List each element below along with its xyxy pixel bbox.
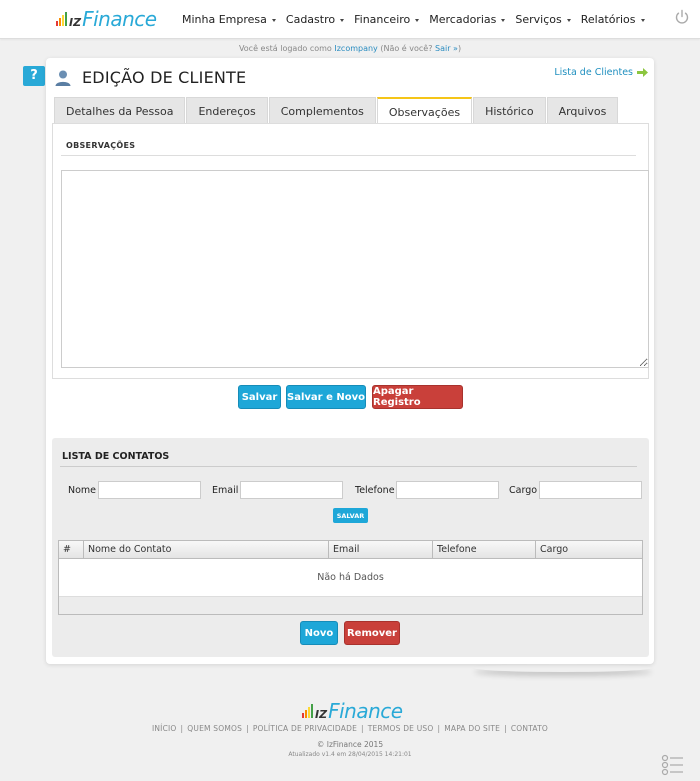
menu-cadastro[interactable]: Cadastro — [285, 13, 345, 26]
tab-historico[interactable]: Histórico — [473, 97, 546, 124]
menu-label: Financeiro — [354, 13, 411, 26]
observacoes-section-label: OBSERVAÇÕES — [66, 141, 136, 150]
contact-role-label: Cargo — [509, 485, 538, 496]
menu-label: Minha Empresa — [182, 13, 267, 26]
observacoes-panel: OBSERVAÇÕES — [52, 123, 649, 379]
tab-observacoes[interactable]: Observações — [376, 97, 473, 125]
contact-email-label: Email — [212, 485, 239, 496]
remove-contact-button[interactable]: Remover — [344, 621, 400, 645]
menu-relatorios[interactable]: Relatórios — [581, 13, 645, 26]
footer-links: INÍCIO | QUEM SOMOS | POLÍTICA DE PRIVACIDAD… — [0, 724, 700, 733]
help-button[interactable]: ? — [23, 66, 45, 86]
caret-down-icon — [415, 18, 420, 22]
contacts-section: LISTA DE CONTATOS Nome Email Telefone Ca… — [52, 438, 649, 657]
footer-link-termos[interactable]: TERMOS DE USO — [368, 724, 434, 733]
tab-arquivos[interactable]: Arquivos — [546, 97, 619, 124]
save-and-new-button[interactable]: Salvar e Novo — [286, 385, 366, 409]
col-role-header[interactable]: Cargo — [536, 541, 642, 558]
divider — [60, 466, 637, 467]
caret-down-icon — [271, 18, 276, 22]
client-list-link[interactable]: Lista de Clientes — [554, 67, 648, 78]
session-user-link[interactable]: Izcompany — [334, 44, 377, 53]
session-info: Você está logado como Izcompany (Não é v… — [0, 44, 700, 53]
version-updated: Atualizado v1.4 em 28/04/2015 14:21:01 — [288, 751, 412, 758]
empty-table-message: Não há Dados — [317, 572, 384, 583]
col-index-header[interactable]: # — [59, 541, 84, 558]
divider — [61, 155, 636, 156]
tab-complementos[interactable]: Complementos — [268, 97, 376, 124]
session-prefix: Você está logado como — [238, 44, 332, 53]
col-phone-header[interactable]: Telefone — [433, 541, 536, 558]
arrow-right-icon — [637, 68, 648, 77]
caret-down-icon — [640, 18, 645, 22]
menu-financeiro[interactable]: Financeiro — [354, 13, 420, 26]
table-header: # Nome do Contato Email Telefone Cargo — [59, 541, 642, 559]
menu-minha-empresa[interactable]: Minha Empresa — [182, 13, 276, 26]
footer-link-contato[interactable]: CONTATO — [511, 724, 548, 733]
contact-email-input[interactable] — [240, 481, 343, 499]
logo-bars-icon — [56, 12, 67, 26]
session-suffix: ) — [457, 44, 462, 53]
logo-prefix: IZ — [315, 708, 328, 721]
table-footer — [59, 596, 642, 614]
tab-bar: Detalhes da Pessoa Endereços Complemento… — [54, 97, 619, 125]
new-contact-button[interactable]: Novo — [300, 621, 338, 645]
footer-logo[interactable]: IZ Finance — [302, 699, 403, 723]
footer-link-privacidade[interactable]: POLÍTICA DE PRIVACIDADE — [253, 724, 357, 733]
menu-label: Mercadorias — [429, 13, 497, 26]
top-navbar: IZ Finance Minha Empresa Cadastro Financ… — [0, 0, 700, 39]
footer-separator: | — [504, 724, 507, 733]
power-icon[interactable] — [674, 9, 690, 25]
copyright: © IzFinance 2015 — [316, 740, 384, 749]
footer-link-quem-somos[interactable]: QUEM SOMOS — [187, 724, 242, 733]
session-not-you: (Não é você? — [380, 44, 433, 53]
col-name-header[interactable]: Nome do Contato — [84, 541, 329, 558]
client-edit-card: EDIÇÃO DE CLIENTE Lista de Clientes Deta… — [46, 58, 654, 664]
footer-separator: | — [437, 724, 441, 733]
tab-detalhes-pessoa[interactable]: Detalhes da Pessoa — [54, 97, 186, 124]
footer-link-mapa[interactable]: MAPA DO SITE — [444, 724, 500, 733]
contact-phone-input[interactable] — [396, 481, 499, 499]
col-email-header[interactable]: Email — [329, 541, 433, 558]
user-icon — [55, 70, 71, 86]
logo-bars-icon — [302, 704, 313, 718]
page-header: EDIÇÃO DE CLIENTE — [54, 68, 246, 87]
contact-role-input[interactable] — [539, 481, 642, 499]
menu-servicos[interactable]: Serviços — [515, 13, 571, 26]
client-list-label: Lista de Clientes — [554, 67, 633, 78]
observacoes-textarea[interactable] — [61, 170, 649, 368]
caret-down-icon — [566, 18, 571, 22]
menu-label: Serviços — [515, 13, 562, 26]
page-title: EDIÇÃO DE CLIENTE — [82, 68, 247, 87]
save-contact-button[interactable]: SALVAR — [333, 508, 368, 523]
logout-link[interactable]: Sair » — [435, 44, 458, 53]
logo-prefix: IZ — [69, 16, 82, 29]
logo-name: Finance — [328, 699, 403, 723]
contact-name-label: Nome — [68, 485, 97, 496]
brand-logo[interactable]: IZ Finance — [56, 7, 157, 31]
save-button[interactable]: Salvar — [238, 385, 281, 409]
caret-down-icon — [340, 18, 345, 22]
contacts-title: LISTA DE CONTATOS — [62, 451, 170, 462]
footer-separator: | — [180, 724, 184, 733]
logo-name: Finance — [82, 7, 157, 31]
contact-name-input[interactable] — [98, 481, 201, 499]
footer-separator: | — [246, 724, 249, 733]
menu-label: Relatórios — [580, 13, 636, 26]
contacts-table: # Nome do Contato Email Telefone Cargo N… — [58, 540, 643, 615]
list-menu-icon[interactable] — [661, 754, 685, 776]
contact-phone-label: Telefone — [355, 485, 395, 496]
footer-link-inicio[interactable]: INÍCIO — [152, 724, 177, 733]
tab-enderecos[interactable]: Endereços — [186, 97, 268, 124]
footer-separator: | — [361, 724, 364, 733]
caret-down-icon — [501, 18, 506, 22]
menu-mercadorias[interactable]: Mercadorias — [429, 13, 506, 26]
delete-record-button[interactable]: Apagar Registro — [372, 385, 463, 409]
main-menu: Minha Empresa Cadastro Financeiro Mercad… — [182, 13, 655, 26]
card-shadow — [474, 664, 652, 672]
menu-label: Cadastro — [285, 13, 336, 26]
